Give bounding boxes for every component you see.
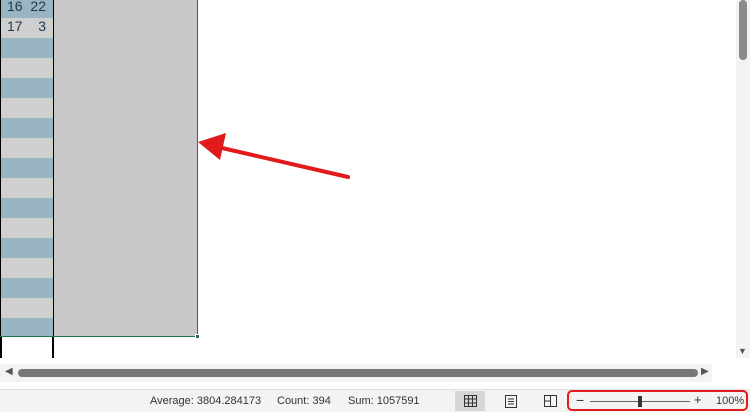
page-layout-icon	[505, 394, 517, 408]
zoom-in-icon[interactable]: +	[694, 392, 702, 407]
status-sum[interactable]: Sum: 1057591	[348, 395, 420, 407]
normal-view-button[interactable]	[455, 391, 485, 411]
scroll-left-arrow-icon[interactable]: ◀	[5, 366, 13, 377]
scroll-down-arrow-icon[interactable]: ▼	[738, 346, 747, 356]
status-bar: Average: 3804.284173 Count: 394 Sum: 105…	[0, 389, 750, 412]
page-break-icon	[543, 395, 557, 407]
zoom-level[interactable]: 100%	[716, 395, 744, 407]
page-layout-view-button[interactable]	[496, 391, 526, 411]
vertical-scroll-thumb[interactable]	[739, 0, 747, 60]
status-average[interactable]: Average: 3804.284173	[150, 395, 261, 407]
vertical-scrollbar[interactable]: ▼	[736, 0, 750, 358]
horizontal-scroll-thumb[interactable]	[18, 369, 698, 377]
zoom-slider-thumb[interactable]	[638, 396, 642, 407]
status-count[interactable]: Count: 394	[277, 395, 331, 407]
zoom-out-icon[interactable]: −	[576, 392, 584, 408]
annotation-arrow	[198, 133, 350, 179]
page-break-preview-button[interactable]	[535, 391, 565, 411]
scroll-right-arrow-icon[interactable]: ▶	[701, 366, 709, 377]
horizontal-scrollbar[interactable]: ◀ ▶	[0, 364, 712, 382]
normal-view-icon	[463, 395, 477, 407]
